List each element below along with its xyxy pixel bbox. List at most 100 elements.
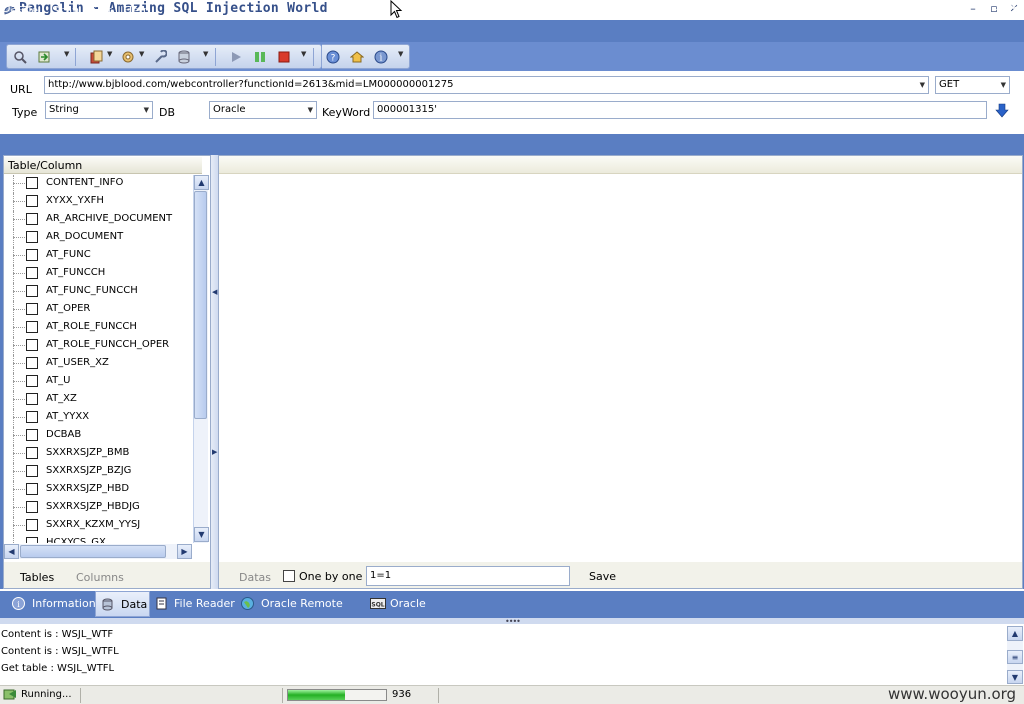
tree-column-header[interactable]: Table/Column	[4, 157, 202, 174]
url-dropdown-icon[interactable]: ▼	[920, 81, 925, 89]
tree-row[interactable]: AT_FUNCCH	[4, 265, 194, 283]
table-checkbox[interactable]	[26, 177, 38, 189]
minimize-button[interactable]: –	[964, 1, 982, 17]
tree-row[interactable]: SXXRX_KZXM_YYSJ	[4, 517, 194, 535]
tree-row[interactable]: SXXRXSJZP_HBD	[4, 481, 194, 499]
pause-icon[interactable]	[253, 50, 267, 64]
tree-row[interactable]: AR_ARCHIVE_DOCUMENT	[4, 211, 194, 229]
table-checkbox[interactable]	[26, 393, 38, 405]
condition-input[interactable]: 1=1	[366, 566, 570, 586]
tab-tables[interactable]: Tables	[20, 571, 54, 584]
tree-row[interactable]: SXXRXSJZP_HBDJG	[4, 499, 194, 517]
table-checkbox[interactable]	[26, 537, 38, 543]
menu-help[interactable]: Help	[123, 4, 150, 17]
clipboard-dropdown-icon[interactable]: ▼	[107, 50, 112, 58]
collapse-left-icon[interactable]: ◀	[212, 288, 217, 296]
play-icon[interactable]	[229, 50, 243, 64]
tab-file-reader[interactable]: File Reader	[152, 591, 236, 617]
scroll-down-icon[interactable]: ▼	[194, 527, 209, 542]
tree-row[interactable]: XYXX_YXFH	[4, 193, 194, 211]
table-checkbox[interactable]	[26, 483, 38, 495]
type-dropdown-icon[interactable]: ▼	[144, 106, 149, 114]
table-checkbox[interactable]	[26, 465, 38, 477]
save-button[interactable]: Save	[589, 570, 616, 583]
log-vertical-scrollbar[interactable]: ▲ ≡ ▼	[1007, 626, 1023, 684]
tree-row[interactable]: AT_USER_XZ	[4, 355, 194, 373]
tree-row[interactable]: AT_OPER	[4, 301, 194, 319]
tree-row[interactable]: SXXRXSJZP_BZJG	[4, 463, 194, 481]
method-select[interactable]: GET ▼	[935, 76, 1010, 94]
close-panel-icon[interactable]: ✕	[1008, 1, 1018, 15]
tree-row[interactable]: AT_U	[4, 373, 194, 391]
keyword-input[interactable]: 000001315'	[373, 101, 987, 119]
table-checkbox[interactable]	[26, 375, 38, 387]
table-checkbox[interactable]	[26, 249, 38, 261]
tree-row[interactable]: AT_XZ	[4, 391, 194, 409]
pin-icon[interactable]: ⊥	[993, 2, 1002, 13]
home-icon[interactable]	[350, 50, 364, 64]
tab-oracle-remote-data[interactable]: Oracle Remote Data	[238, 591, 362, 636]
stop-dropdown-icon[interactable]: ▼	[301, 50, 306, 58]
tree-row[interactable]: AR_DOCUMENT	[4, 229, 194, 247]
table-checkbox[interactable]	[26, 195, 38, 207]
data-grid-pane[interactable]	[218, 155, 1023, 589]
import-icon[interactable]	[37, 50, 51, 64]
tree-row[interactable]: AT_YYXX	[4, 409, 194, 427]
tree-row[interactable]: AT_FUNC	[4, 247, 194, 265]
tree-row[interactable]: CONTENT_INFO	[4, 175, 194, 193]
table-checkbox[interactable]	[26, 339, 38, 351]
table-checkbox[interactable]	[26, 285, 38, 297]
scroll-right-icon[interactable]: ▶	[177, 544, 192, 559]
wrench-icon[interactable]	[153, 50, 167, 64]
clipboard-icon[interactable]	[89, 50, 103, 64]
tree-row[interactable]: HCXYCS_GX	[4, 535, 194, 543]
log-scroll-down-icon[interactable]: ▼	[1007, 670, 1023, 684]
log-output[interactable]: Content is : WSJL_WTF Content is : WSJL_…	[0, 624, 1024, 684]
menu-scan[interactable]: Scan	[52, 4, 79, 17]
db-select[interactable]: Oracle ▼	[209, 101, 317, 119]
table-checkbox[interactable]	[26, 267, 38, 279]
datas-button[interactable]: Datas	[239, 571, 271, 584]
pane-splitter[interactable]	[211, 155, 218, 589]
tree-row[interactable]: AT_ROLE_FUNCCH_OPER	[4, 337, 194, 355]
table-checkbox[interactable]	[26, 321, 38, 333]
tab-information[interactable]: i Information	[8, 591, 96, 617]
table-checkbox[interactable]	[26, 213, 38, 225]
settings-icon[interactable]	[121, 50, 135, 64]
type-select[interactable]: String ▼	[45, 101, 153, 119]
scroll-up-icon[interactable]: ▲	[194, 175, 209, 190]
url-input[interactable]: http://www.bjblood.com/webcontroller?fun…	[44, 76, 929, 94]
database-icon[interactable]	[177, 50, 191, 64]
table-checkbox[interactable]	[26, 501, 38, 513]
stop-icon[interactable]	[277, 50, 291, 64]
tree-scroll-thumb[interactable]	[194, 191, 207, 419]
method-dropdown-icon[interactable]: ▼	[1001, 81, 1006, 89]
table-checkbox[interactable]	[26, 519, 38, 531]
tree-row[interactable]: DCBAB	[4, 427, 194, 445]
database-dropdown-icon[interactable]: ▼	[203, 50, 208, 58]
table-checkbox[interactable]	[26, 411, 38, 423]
log-scroll-up-icon[interactable]: ▲	[1007, 626, 1023, 641]
table-checkbox[interactable]	[26, 357, 38, 369]
table-checkbox[interactable]	[26, 429, 38, 441]
scroll-left-icon[interactable]: ◀	[4, 544, 19, 559]
tab-data[interactable]: Data	[95, 591, 150, 617]
log-scroll-thumb[interactable]: ≡	[1007, 650, 1023, 664]
about-icon[interactable]: i	[374, 50, 388, 64]
download-arrow-icon[interactable]	[995, 103, 1009, 118]
table-checkbox[interactable]	[26, 231, 38, 243]
db-dropdown-icon[interactable]: ▼	[308, 106, 313, 114]
help-icon[interactable]: ?	[326, 50, 340, 64]
table-checkbox[interactable]	[26, 303, 38, 315]
one-by-one-checkbox[interactable]	[283, 570, 295, 582]
tree-row[interactable]: AT_FUNC_FUNCCH	[4, 283, 194, 301]
settings-dropdown-icon[interactable]: ▼	[139, 50, 144, 58]
menu-edit[interactable]: Edit	[89, 4, 112, 17]
tree-hscroll-thumb[interactable]	[20, 545, 166, 558]
search-icon[interactable]	[13, 50, 27, 64]
tab-columns[interactable]: Columns	[76, 571, 124, 584]
tree-row[interactable]: SXXRXSJZP_BMB	[4, 445, 194, 463]
about-dropdown-icon[interactable]: ▼	[398, 50, 403, 58]
expand-right-icon[interactable]: ▶	[212, 448, 217, 456]
import-dropdown-icon[interactable]: ▼	[64, 50, 69, 58]
